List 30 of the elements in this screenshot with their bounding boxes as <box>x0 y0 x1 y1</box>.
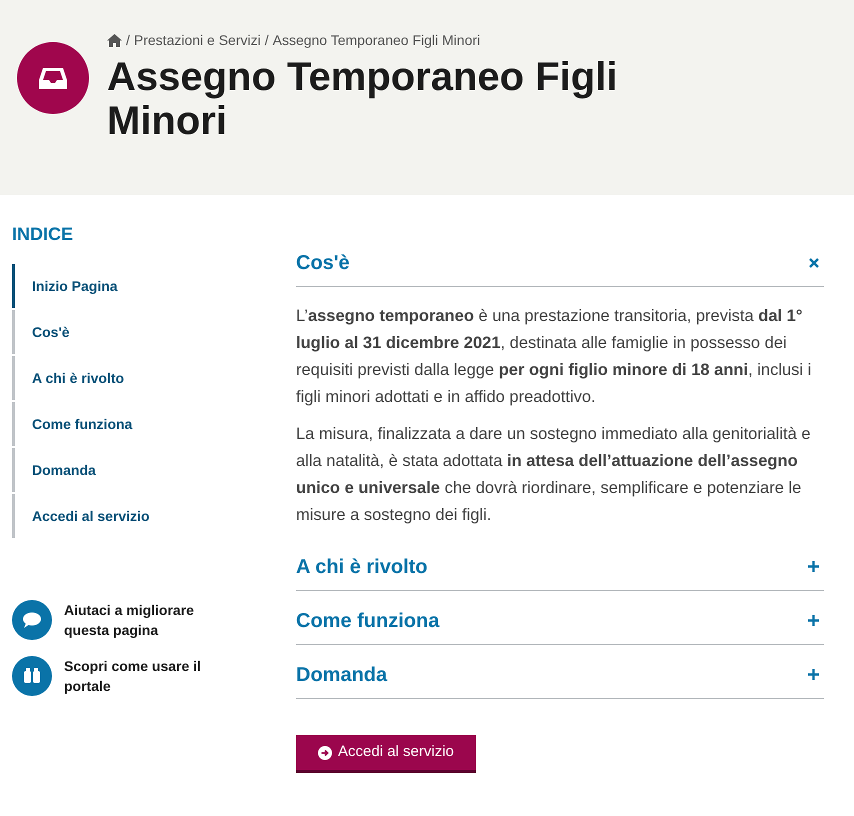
speech-bubble-icon <box>12 600 52 640</box>
index-link[interactable]: Domanda <box>12 448 296 492</box>
breadcrumb-link[interactable]: Assegno Temporaneo Figli Minori <box>272 30 480 51</box>
accordion-header[interactable]: A chi è rivolto <box>296 549 824 591</box>
plus-icon <box>808 615 819 626</box>
index-link[interactable]: A chi è rivolto <box>12 356 296 400</box>
body-paragraph: L’assegno temporaneo è una prestazione transitoria, prevista dal 1° luglio al 31 dicembre 2021, destinata alle famiglie in possesso dei requisiti previsti dalla legge per ogni figlio minore di 18 anni, inclusi i figli minori adottati e in affido preadottivo. <box>296 306 812 408</box>
index-link[interactable]: Accedi al servizio <box>12 494 296 538</box>
help-link[interactable]: Aiutaci a migliorare questa pagina <box>12 600 296 640</box>
help-link[interactable]: Scopri come usare il portale <box>12 656 296 696</box>
breadcrumb-link[interactable]: Prestazioni e Servizi <box>134 30 261 51</box>
home-icon[interactable] <box>107 34 122 47</box>
access-service-button[interactable]: Accedi al servizio <box>296 735 476 773</box>
arrow-circle-icon <box>318 746 332 760</box>
page-title: Assegno Temporaneo Figli Minori <box>107 55 618 143</box>
accordion-header[interactable]: Domanda <box>296 657 824 699</box>
index-heading: INDICE <box>12 223 74 246</box>
breadcrumb-separator: / <box>264 31 269 50</box>
index-link[interactable]: Cos'è <box>12 310 296 354</box>
breadcrumb-separator: / <box>126 31 130 50</box>
close-icon <box>809 258 819 268</box>
inbox-tray-icon <box>17 42 89 114</box>
accordion-header[interactable]: Cos'è <box>296 245 824 287</box>
index-link[interactable]: Inizio Pagina <box>12 264 296 308</box>
plus-icon <box>808 561 819 572</box>
index-link[interactable]: Come funziona <box>12 402 296 446</box>
body-paragraph: La misura, finalizzata a dare un sostegno immediato alla genitorialità e alla natalità, è stata adottata in attesa dell’attuazione dell’assegno unico e universale che dovrà riordinare, semplificare e potenziare le misure a sostegno dei figli. <box>296 424 812 526</box>
binoculars-icon <box>12 656 52 696</box>
plus-icon <box>808 669 819 680</box>
accordion-header[interactable]: Come funziona <box>296 603 824 645</box>
